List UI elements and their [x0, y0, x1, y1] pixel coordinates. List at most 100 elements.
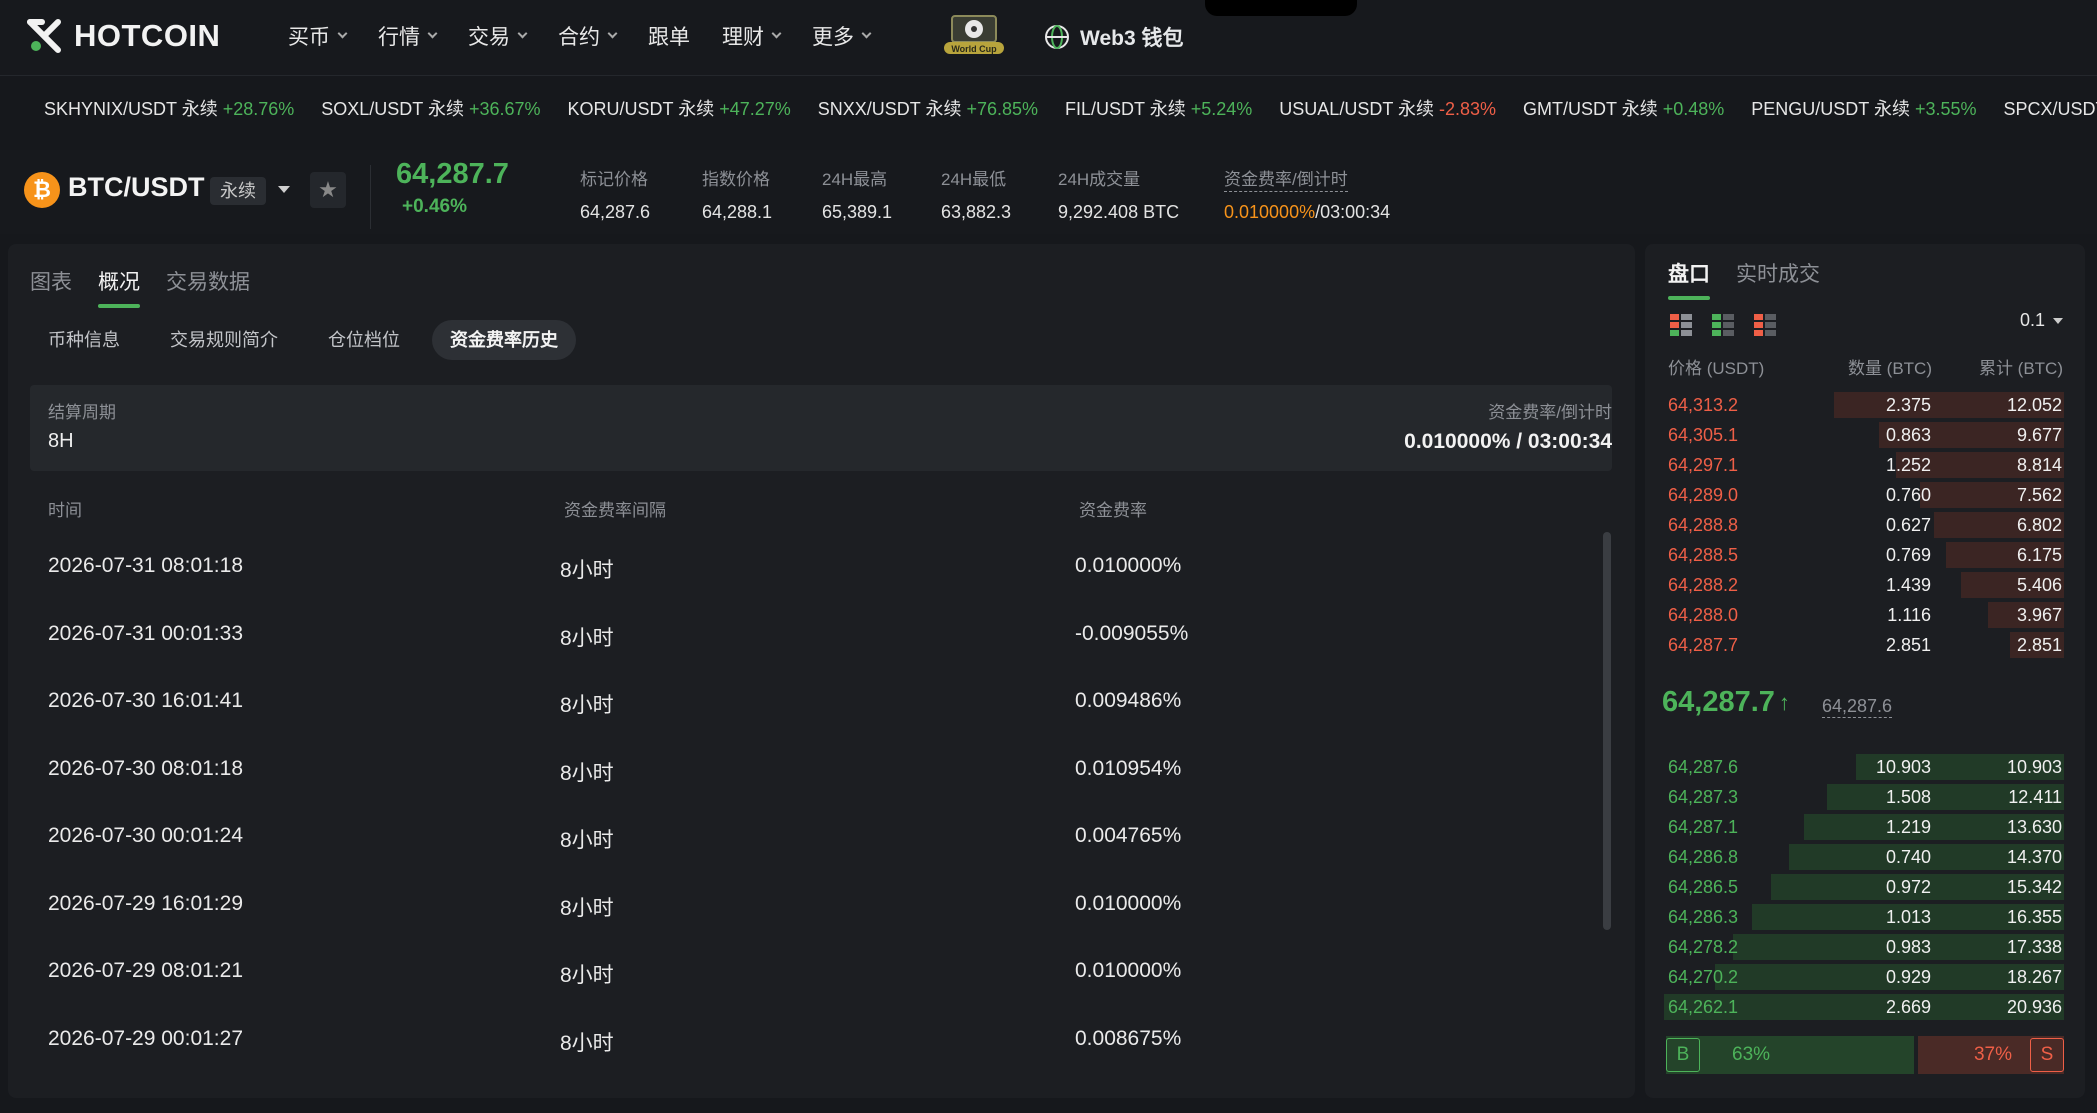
- price-change: +0.46%: [402, 196, 467, 217]
- table-row: 2026-07-30 08:01:18 8小时 0.010954%: [48, 735, 1588, 803]
- ticker-item[interactable]: FIL/USDT 永续 +5.24%: [1065, 95, 1252, 121]
- sub-tab-0[interactable]: 币种信息: [30, 320, 138, 360]
- settlement-summary: [30, 385, 1612, 471]
- sub-tab-1[interactable]: 交易规则简介: [152, 320, 296, 360]
- logo[interactable]: HOTCOIN: [26, 16, 220, 56]
- precision-select[interactable]: 0.1: [2020, 310, 2064, 331]
- nav-item-label: 更多: [812, 26, 854, 49]
- nav-item-0[interactable]: 买币: [288, 21, 348, 51]
- nav-item-3[interactable]: 合约: [558, 21, 618, 51]
- ticker-change: +3.55%: [1914, 99, 1977, 119]
- funding-rate-stat[interactable]: 资金费率/倒计时 0.010000%/03:00:34: [1224, 165, 1390, 223]
- orderbook-tabs: 盘口 实时成交: [1668, 258, 1820, 300]
- bid-row[interactable]: 64,287.3 1.508 12.411: [1664, 782, 2064, 812]
- ask-row[interactable]: 64,289.0 0.760 7.562: [1664, 480, 2064, 510]
- asks-only-view-icon[interactable]: [1754, 314, 1776, 336]
- ticker-item[interactable]: SNXX/USDT 永续 +76.85%: [818, 95, 1038, 121]
- bid-row[interactable]: 64,262.1 2.669 20.936: [1664, 992, 2064, 1022]
- ticker-item[interactable]: SPCX/USDT 永续: [2004, 95, 2097, 121]
- chevron-down-icon: [517, 28, 528, 39]
- sub-tab-2[interactable]: 仓位档位: [310, 320, 418, 360]
- funding-rate-value: 0.010000%: [1224, 202, 1316, 222]
- ask-price: 64,287.7: [1668, 635, 1739, 655]
- bid-row[interactable]: 64,286.8 0.740 14.370: [1664, 842, 2064, 872]
- table-cell: 2026-07-31 00:01:33: [48, 621, 243, 645]
- stat-label: 24H最低: [941, 170, 1007, 189]
- ask-total: 3.967: [2016, 605, 2062, 625]
- funding-rate-countdown-value: 0.010000% / 03:00:34: [1404, 430, 1612, 453]
- bid-row[interactable]: 64,287.1 1.219 13.630: [1664, 812, 2064, 842]
- bid-row[interactable]: 64,278.2 0.983 17.338: [1664, 932, 2064, 962]
- ask-total: 6.802: [2016, 515, 2062, 535]
- ticker-item[interactable]: SKHYNIX/USDT 永续 +28.76%: [44, 95, 294, 121]
- orderbook-tab-0[interactable]: 盘口: [1668, 258, 1710, 300]
- tab-0[interactable]: 图表: [30, 266, 72, 308]
- ask-row[interactable]: 64,288.5 0.769 6.175: [1664, 540, 2064, 570]
- ask-row[interactable]: 64,287.7 2.851 2.851: [1664, 630, 2064, 660]
- nav-item-6[interactable]: 更多: [812, 21, 872, 51]
- web3-wallet-link[interactable]: Web3 钱包: [1044, 22, 1183, 52]
- table-cell: 2026-07-31 08:01:18: [48, 554, 243, 577]
- table-cell: 8小时: [560, 829, 614, 852]
- ask-row[interactable]: 64,313.2 2.375 12.052: [1664, 390, 2064, 420]
- ticker-item[interactable]: USUAL/USDT 永续 -2.83%: [1279, 95, 1496, 121]
- stat-label: 指数价格: [702, 170, 770, 189]
- table-cell: 2026-07-29 00:01:27: [48, 1026, 243, 1050]
- camera-notch: [1205, 0, 1357, 16]
- bid-row[interactable]: 64,286.5 0.972 15.342: [1664, 872, 2064, 902]
- nav-item-2[interactable]: 交易: [468, 21, 528, 51]
- orderbook-header: 价格 (USDT) 数量 (BTC) 累计 (BTC): [1668, 354, 2063, 378]
- ask-row[interactable]: 64,297.1 1.252 8.814: [1664, 450, 2064, 480]
- ticker-list: SKHYNIX/USDT 永续 +28.76% SOXL/USDT 永续 +36.67…: [44, 95, 2097, 121]
- tab-1[interactable]: 概况: [98, 266, 140, 308]
- globe-icon: [1045, 25, 1069, 49]
- favorite-star-icon[interactable]: ★: [310, 172, 346, 208]
- sub-tab-3[interactable]: 资金费率历史: [432, 320, 576, 360]
- nav-item-label: 行情: [378, 26, 420, 49]
- chevron-down-icon: [2053, 317, 2064, 324]
- nav-item-label: 理财: [722, 26, 764, 49]
- funding-countdown: /03:00:34: [1315, 202, 1391, 222]
- ask-row[interactable]: 64,305.1 0.863 9.677: [1664, 420, 2064, 450]
- table-cell: 0.004765%: [1075, 824, 1182, 847]
- table-scrollbar[interactable]: [1603, 532, 1611, 930]
- ticker-change: +28.76%: [222, 99, 295, 119]
- pair-dropdown-icon[interactable]: [278, 186, 290, 193]
- nav-item-label: 合约: [558, 26, 600, 49]
- ticker-change: -2.83%: [1439, 99, 1497, 119]
- both-sides-view-icon[interactable]: [1670, 314, 1692, 336]
- ticker-item[interactable]: PENGU/USDT 永续 +3.55%: [1751, 95, 1976, 121]
- ask-row[interactable]: 64,288.8 0.627 6.802: [1664, 510, 2064, 540]
- column-header-time: 时间: [48, 501, 82, 520]
- ask-total: 2.851: [2016, 635, 2062, 655]
- ask-row[interactable]: 64,288.0 1.116 3.967: [1664, 600, 2064, 630]
- bids-only-view-icon[interactable]: [1712, 314, 1734, 336]
- pair-name[interactable]: BTC/USDT: [68, 172, 205, 203]
- ask-amount: 1.252: [1885, 455, 1931, 475]
- ticker-item[interactable]: KORU/USDT 永续 +47.27%: [568, 95, 791, 121]
- nav-item-4[interactable]: 跟单: [648, 21, 690, 51]
- bid-row[interactable]: 64,287.6 10.903 10.903: [1664, 752, 2064, 782]
- sell-tag: S: [2029, 1038, 2064, 1072]
- bid-amount: 2.669: [1885, 997, 1931, 1017]
- nav-item-5[interactable]: 理财: [722, 21, 782, 51]
- bid-row[interactable]: 64,286.3 1.013 16.355: [1664, 902, 2064, 932]
- tab-2[interactable]: 交易数据: [166, 266, 250, 308]
- world-cup-badge[interactable]: World Cup: [936, 12, 1012, 58]
- ask-row[interactable]: 64,288.2 1.439 5.406: [1664, 570, 2064, 600]
- funding-rate-countdown-label: 资金费率/倒计时: [1488, 403, 1612, 422]
- bid-total: 12.411: [2008, 787, 2062, 807]
- orderbook-tab-1[interactable]: 实时成交: [1736, 258, 1820, 300]
- bid-price: 64,270.2: [1668, 967, 1739, 987]
- table-cell: -0.009055%: [1075, 621, 1189, 645]
- ask-total: 12.052: [2006, 395, 2062, 415]
- ticker-pair: SPCX/USDT 永续: [2003, 99, 2097, 119]
- bid-amount: 1.219: [1885, 817, 1931, 837]
- orderbook-mark-price: 64,287.6: [1822, 696, 1893, 718]
- ticker-item[interactable]: SOXL/USDT 永续 +36.67%: [321, 95, 540, 121]
- ask-price: 64,289.0: [1668, 485, 1739, 505]
- bid-row[interactable]: 64,270.2 0.929 18.267: [1664, 962, 2064, 992]
- nav-item-1[interactable]: 行情: [378, 21, 438, 51]
- column-header-price: 价格 (USDT): [1668, 359, 1765, 378]
- ticker-item[interactable]: GMT/USDT 永续 +0.48%: [1523, 95, 1724, 121]
